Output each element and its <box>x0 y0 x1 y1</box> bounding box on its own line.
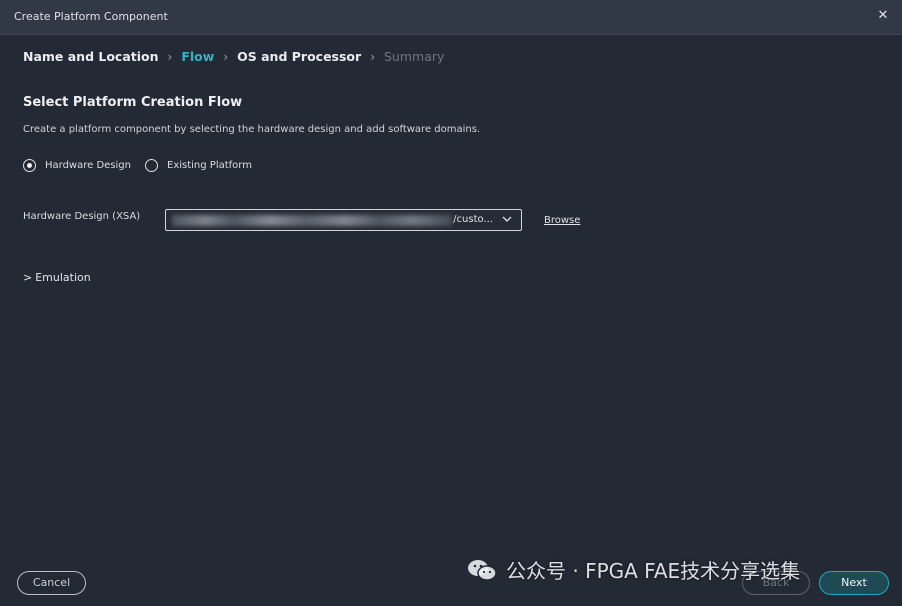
breadcrumb-step-summary: Summary <box>384 49 445 64</box>
radio-hardware-design[interactable]: Hardware Design <box>23 159 131 172</box>
chevron-right-icon: > <box>23 271 33 284</box>
radio-existing-platform-label: Existing Platform <box>167 160 252 171</box>
blurred-path <box>172 215 452 226</box>
next-button[interactable]: Next <box>819 571 889 595</box>
chevron-right-icon: › <box>167 49 173 64</box>
title-bar: Create Platform Component ✕ <box>0 0 902 35</box>
radio-existing-platform[interactable]: Existing Platform <box>145 159 252 172</box>
browse-link[interactable]: Browse <box>544 215 580 226</box>
create-platform-dialog: Create Platform Component ✕ Name and Loc… <box>0 0 902 606</box>
breadcrumb: Name and Location › Flow › OS and Proces… <box>23 49 444 64</box>
radio-unchecked-icon[interactable] <box>145 159 158 172</box>
section-heading: Select Platform Creation Flow <box>23 95 243 110</box>
xsa-path-select[interactable]: /custo... <box>165 209 522 231</box>
close-icon[interactable]: ✕ <box>874 7 892 25</box>
back-button[interactable]: Back <box>742 571 810 595</box>
chevron-down-icon[interactable] <box>501 213 513 225</box>
emulation-label: Emulation <box>35 271 91 284</box>
radio-hardware-design-label: Hardware Design <box>45 160 131 171</box>
breadcrumb-step-os-and-processor[interactable]: OS and Processor <box>237 49 361 64</box>
cancel-button[interactable]: Cancel <box>17 571 86 595</box>
flow-radio-group: Hardware Design Existing Platform <box>23 159 266 172</box>
chevron-right-icon: › <box>370 49 375 64</box>
xsa-path-value: /custo... <box>453 214 493 225</box>
breadcrumb-step-name-and-location[interactable]: Name and Location <box>23 49 159 64</box>
wechat-icon <box>468 559 497 581</box>
xsa-label: Hardware Design (XSA) <box>23 211 141 222</box>
chevron-right-icon: › <box>223 49 229 64</box>
emulation-expander[interactable]: > Emulation <box>23 271 91 284</box>
breadcrumb-step-flow[interactable]: Flow <box>181 49 214 64</box>
window-title: Create Platform Component <box>14 10 168 23</box>
section-description: Create a platform component by selecting… <box>23 124 481 135</box>
radio-checked-icon[interactable] <box>23 159 36 172</box>
